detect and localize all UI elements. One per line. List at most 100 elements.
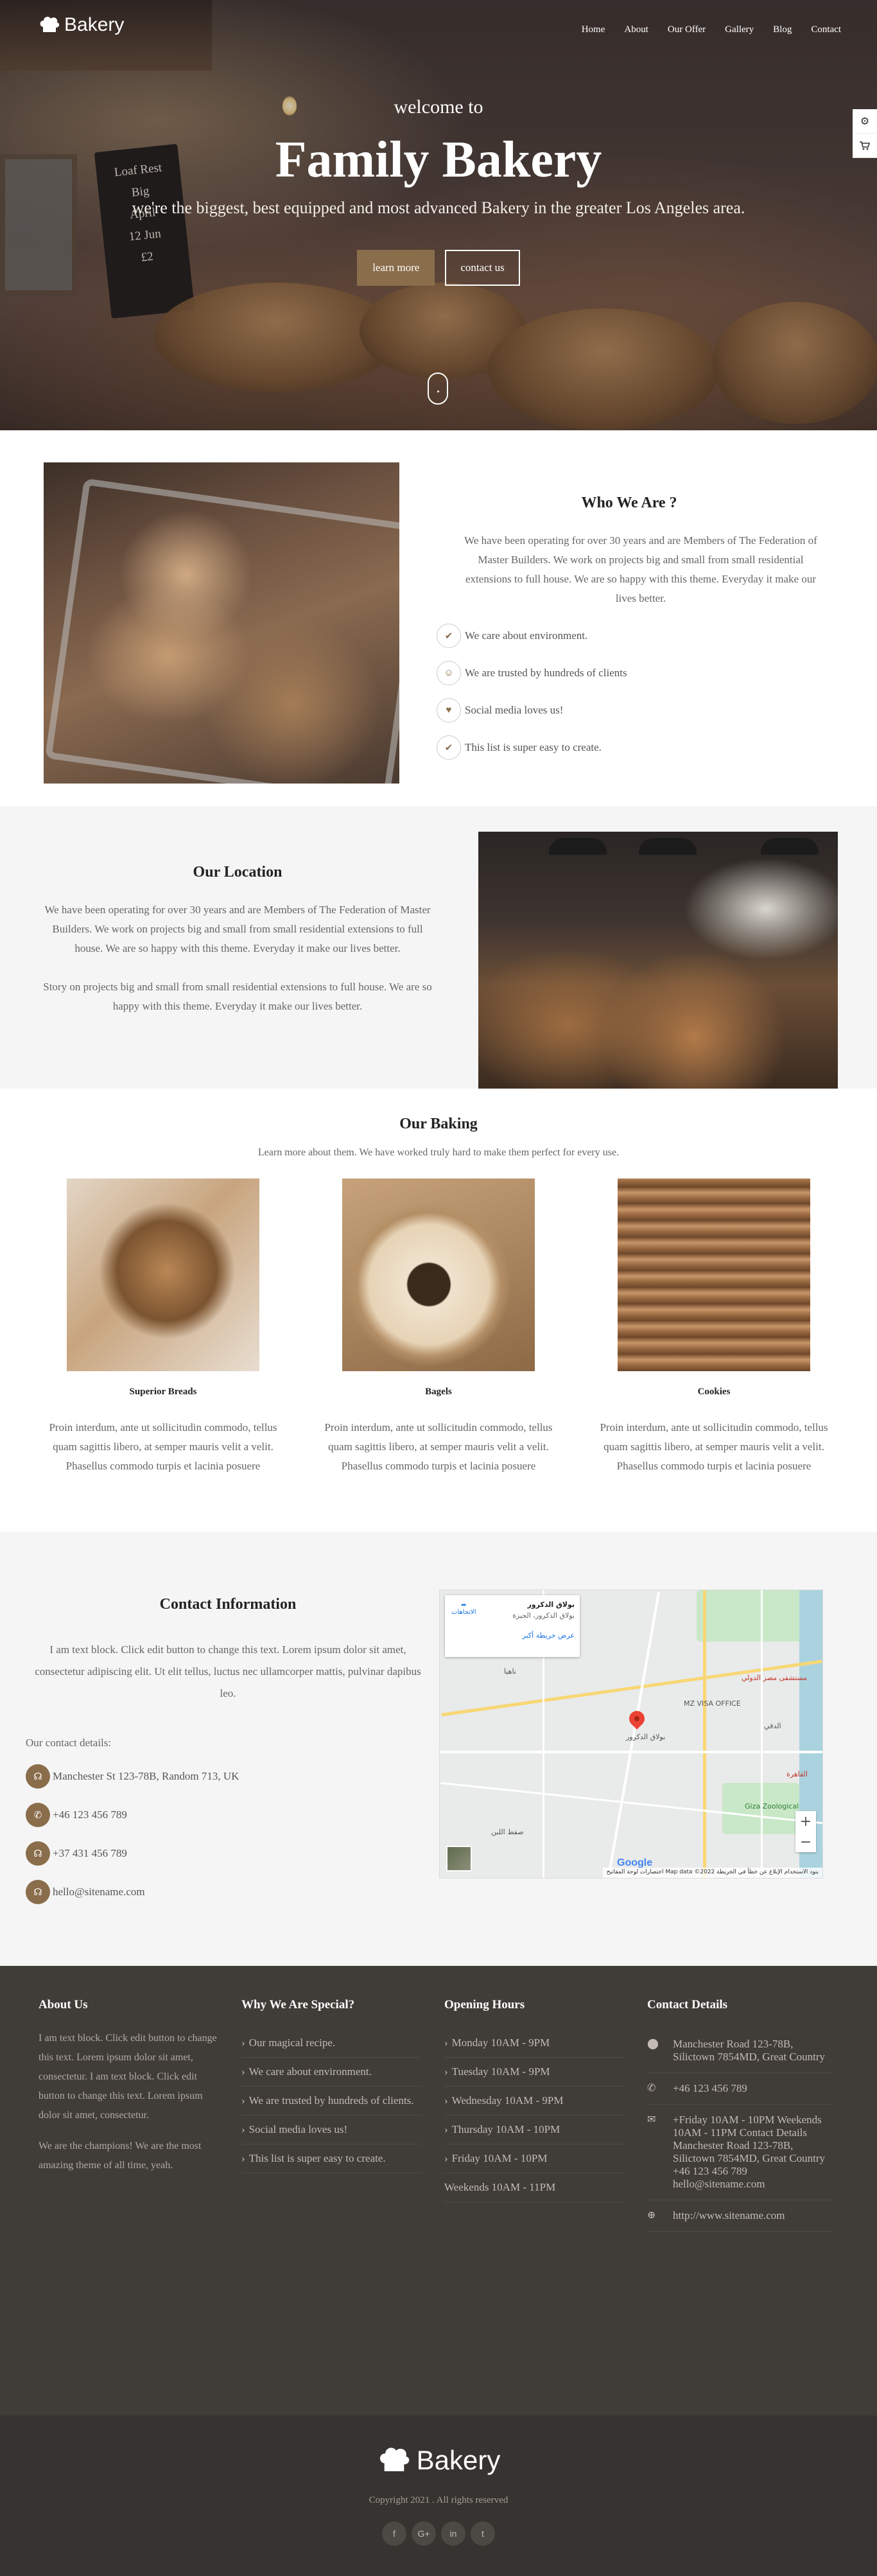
feature-list: ✔ We care about environment. ☺ We are tr… [437, 617, 822, 766]
nav-gallery[interactable]: Gallery [725, 24, 754, 35]
contact-us-button[interactable]: contact us [445, 250, 520, 286]
copyright: Copyright 2021 . All rights reserved [369, 2495, 508, 2505]
footer-about-title: About Us [39, 1998, 88, 2011]
footer-phone-row: ✆ +46 123 456 789 [647, 2073, 833, 2105]
footer-email-text: +Friday 10AM - 10PM Weekends 10AM - 11PM… [673, 2114, 826, 2190]
footer-email-row: ✉ +Friday 10AM - 10PM Weekends 10AM - 11… [647, 2105, 833, 2200]
contact-content: Contact Information I am text block. Cli… [26, 1596, 430, 1911]
footer-link[interactable]: › This list is super easy to create. [241, 2144, 421, 2173]
contact-title: Contact Information [159, 1596, 297, 1613]
product-text: Proin interdum, ante ut sollicitudin com… [600, 1421, 828, 1472]
nav-about[interactable]: About [624, 24, 648, 35]
bottom-bar: Bakery Copyright 2021 . All rights reser… [0, 2415, 877, 2576]
chevron-right-icon: › [444, 2152, 448, 2164]
contact-email[interactable]: hello@sitename.com [53, 1886, 145, 1898]
footer-link[interactable]: › Our magical recipe. [241, 2029, 421, 2058]
our-location-section: Our Location We have been operating for … [0, 806, 877, 1089]
google-plus-icon[interactable]: G+ [412, 2521, 436, 2546]
footer-hours-title: Opening Hours [444, 1998, 525, 2011]
chevron-right-icon: › [444, 2094, 448, 2107]
headset-icon: ☊ [26, 1764, 50, 1789]
footer-details-title: Contact Details [647, 1998, 728, 2011]
contact-list: ☊ Manchester St 123-78B, Random 713, UK … [26, 1757, 430, 1911]
chef-hat-icon [40, 17, 60, 32]
nav-blog[interactable]: Blog [773, 24, 792, 35]
hours-row: › Tuesday 10AM - 9PM [444, 2058, 624, 2087]
hero-buttons: learn more contact us [0, 250, 877, 286]
phone-icon: ✆ [647, 2083, 656, 2094]
nav-contact[interactable]: Contact [811, 24, 841, 35]
chevron-right-icon: › [444, 2037, 448, 2049]
bagel-photo [342, 1178, 535, 1371]
hero-section: Loaf Rest Big April 12 Jun £2 Bakery Home Ab… [0, 0, 877, 430]
chevron-right-icon: › [444, 2123, 448, 2135]
zoom-out-button[interactable]: − [795, 1832, 816, 1852]
who-content: Who We Are ? We have been operating for … [437, 462, 822, 766]
cart-icon[interactable] [853, 134, 877, 158]
footer-link[interactable]: › We are trusted by hundreds of clients. [241, 2087, 421, 2116]
bread-photo [67, 1178, 259, 1371]
map-shortcuts[interactable]: اختصارات لوحة المفاتيح [607, 1869, 664, 1875]
check-icon: ✔ [437, 624, 461, 648]
hero-title: Family Bakery [275, 132, 602, 188]
nav-our-offer[interactable]: Our Offer [668, 24, 706, 35]
contact-phone: +46 123 456 789 [53, 1809, 127, 1821]
nav-home[interactable]: Home [582, 24, 605, 35]
map-label: ناهيا [504, 1667, 516, 1676]
who-we-are-section: Who We Are ? We have been operating for … [0, 430, 877, 806]
phone-icon: ✆ [26, 1803, 50, 1827]
side-tools: ⚙ [853, 109, 877, 158]
hours-row: › Friday 10AM - 10PM [444, 2144, 624, 2173]
location-title: Our Location [193, 864, 282, 881]
footer-about: About Us I am text block. Click edit but… [39, 1998, 218, 2175]
twitter-icon[interactable]: t [471, 2521, 495, 2546]
footer-phone: +46 123 456 789 [673, 2082, 747, 2094]
map-road [761, 1590, 763, 1878]
product-card: Cookies Proin interdum, ante ut sollicit… [592, 1178, 836, 1476]
footer-contact-details: Contact Details ⬤ Manchester Road 123-78… [647, 1998, 833, 2232]
learn-more-button[interactable]: learn more [357, 250, 435, 286]
scroll-down-indicator[interactable] [428, 372, 448, 405]
baking-subtitle: Learn more about them. We have worked tr… [257, 1147, 620, 1158]
feature-label: We care about environment. [465, 629, 588, 642]
location-text-2: Story on projects big and small from sma… [43, 981, 432, 1012]
google-map[interactable]: ➦ الاتجاهات بولاق الدكرور بولاق الدكرور، … [439, 1590, 823, 1879]
map-zoom-control: + − [795, 1811, 816, 1852]
map-satellite-toggle[interactable] [446, 1846, 472, 1871]
map-place-card: ➦ الاتجاهات بولاق الدكرور بولاق الدكرور، … [445, 1595, 580, 1657]
footer-link[interactable]: › We care about environment. [241, 2058, 421, 2087]
hero-welcome: welcome to [394, 96, 483, 118]
check-icon: ✔ [437, 735, 461, 760]
facebook-icon[interactable]: f [382, 2521, 406, 2546]
who-text: We have been operating for over 30 years… [464, 534, 817, 604]
footer-site[interactable]: http://www.sitename.com [673, 2209, 785, 2222]
social-links: f G+ in t [0, 2521, 877, 2546]
footer-hours: Opening Hours › Monday 10AM - 9PM › Tuesda… [444, 1998, 624, 2202]
footer-logo[interactable]: Bakery [377, 2445, 500, 2476]
map-footer: اختصارات لوحة المفاتيح Map data ©2022 بن… [602, 1868, 822, 1878]
cookies-photo [618, 1178, 810, 1371]
list-item: ✔ This list is super easy to create. [437, 729, 822, 766]
map-pin-icon[interactable] [626, 1708, 648, 1730]
our-baking-section: Our Baking Learn more about them. We hav… [0, 1089, 877, 1532]
chevron-right-icon: › [241, 2123, 245, 2135]
gear-icon[interactable]: ⚙ [853, 109, 877, 134]
zoom-in-button[interactable]: + [795, 1811, 816, 1832]
map-data-info[interactable]: Map data ©2022 بنود الاستخدام الإبلاغ عن… [665, 1869, 819, 1875]
bakery-counter-photo [478, 832, 838, 1089]
heart-icon: ♥ [437, 698, 461, 723]
list-item: ☺ We are trusted by hundreds of clients [437, 654, 822, 692]
linkedin-icon[interactable]: in [441, 2521, 465, 2546]
chevron-right-icon: › [241, 2065, 245, 2078]
brand-logo[interactable]: Bakery [39, 14, 124, 36]
footer-link[interactable]: › Social media loves us! [241, 2116, 421, 2144]
map-directions[interactable]: ➦ الاتجاهات [451, 1602, 476, 1616]
map-label: القاهرة [786, 1770, 808, 1778]
product-text: Proin interdum, ante ut sollicitudin com… [324, 1421, 553, 1472]
hero-subtitle: we're the biggest, best equipped and mos… [132, 198, 745, 217]
product-name: Cookies [697, 1387, 731, 1397]
product-text: Proin interdum, ante ut sollicitudin com… [49, 1421, 277, 1472]
footer-special-title: Why We Are Special? [241, 1998, 355, 2011]
map-larger-link[interactable]: عرض خريطة أكبر [450, 1631, 575, 1640]
contact-details-label: Our contact details: [26, 1737, 112, 1749]
